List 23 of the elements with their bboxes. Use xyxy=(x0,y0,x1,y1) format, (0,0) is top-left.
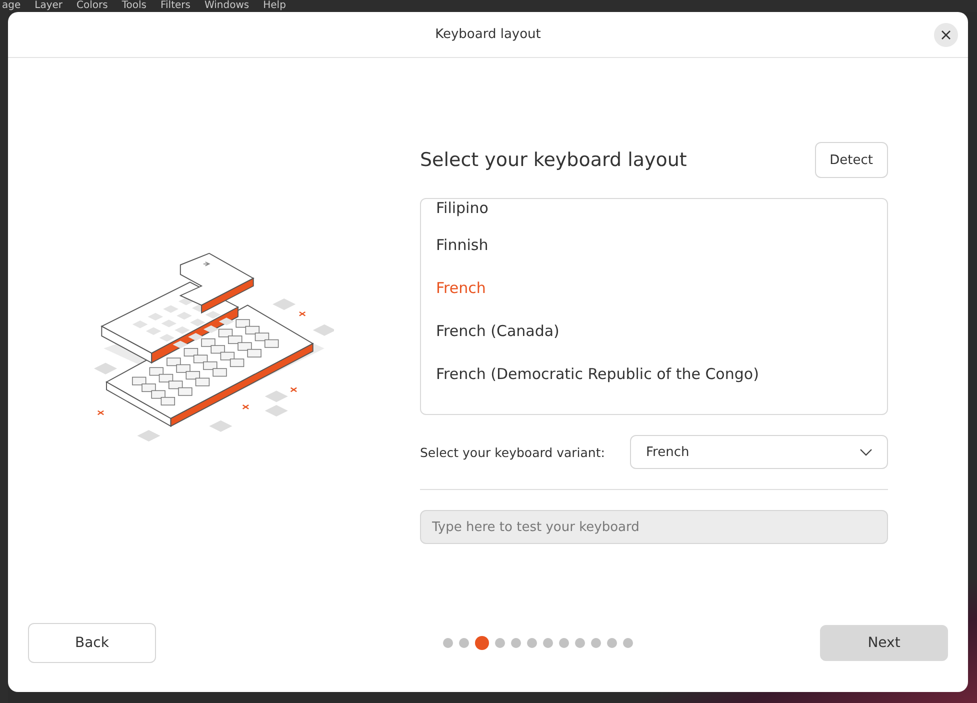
layout-item[interactable]: Filipino xyxy=(421,199,887,223)
variant-dropdown[interactable]: French xyxy=(630,435,888,469)
next-button[interactable]: Next xyxy=(820,625,948,661)
menu-item[interactable]: age xyxy=(2,0,21,12)
menu-item[interactable]: Colors xyxy=(76,0,108,12)
test-input-field[interactable]: Type here to test your keyboard xyxy=(420,510,888,544)
close-button[interactable] xyxy=(934,23,958,47)
back-button[interactable]: Back xyxy=(28,623,156,663)
layout-item[interactable]: Finnish xyxy=(421,223,887,266)
layout-item[interactable]: French xyxy=(421,266,887,309)
menu-item[interactable]: Tools xyxy=(122,0,146,12)
variant-label: Select your keyboard variant: xyxy=(420,444,605,460)
layout-item[interactable]: French (Democratic Republic of the Congo) xyxy=(421,352,887,395)
heading: Select your keyboard layout xyxy=(420,149,687,171)
detect-button[interactable]: Detect xyxy=(814,142,888,178)
menu-item[interactable]: Windows xyxy=(204,0,250,12)
menu-item[interactable]: Filters xyxy=(160,0,190,12)
chevron-down-icon xyxy=(860,448,872,456)
close-icon xyxy=(941,30,951,40)
menu-item[interactable]: Layer xyxy=(34,0,63,12)
menu-item[interactable]: Help xyxy=(263,0,286,12)
window-title: Keyboard layout xyxy=(435,27,541,42)
layout-item[interactable]: French (Canada) xyxy=(421,309,887,352)
